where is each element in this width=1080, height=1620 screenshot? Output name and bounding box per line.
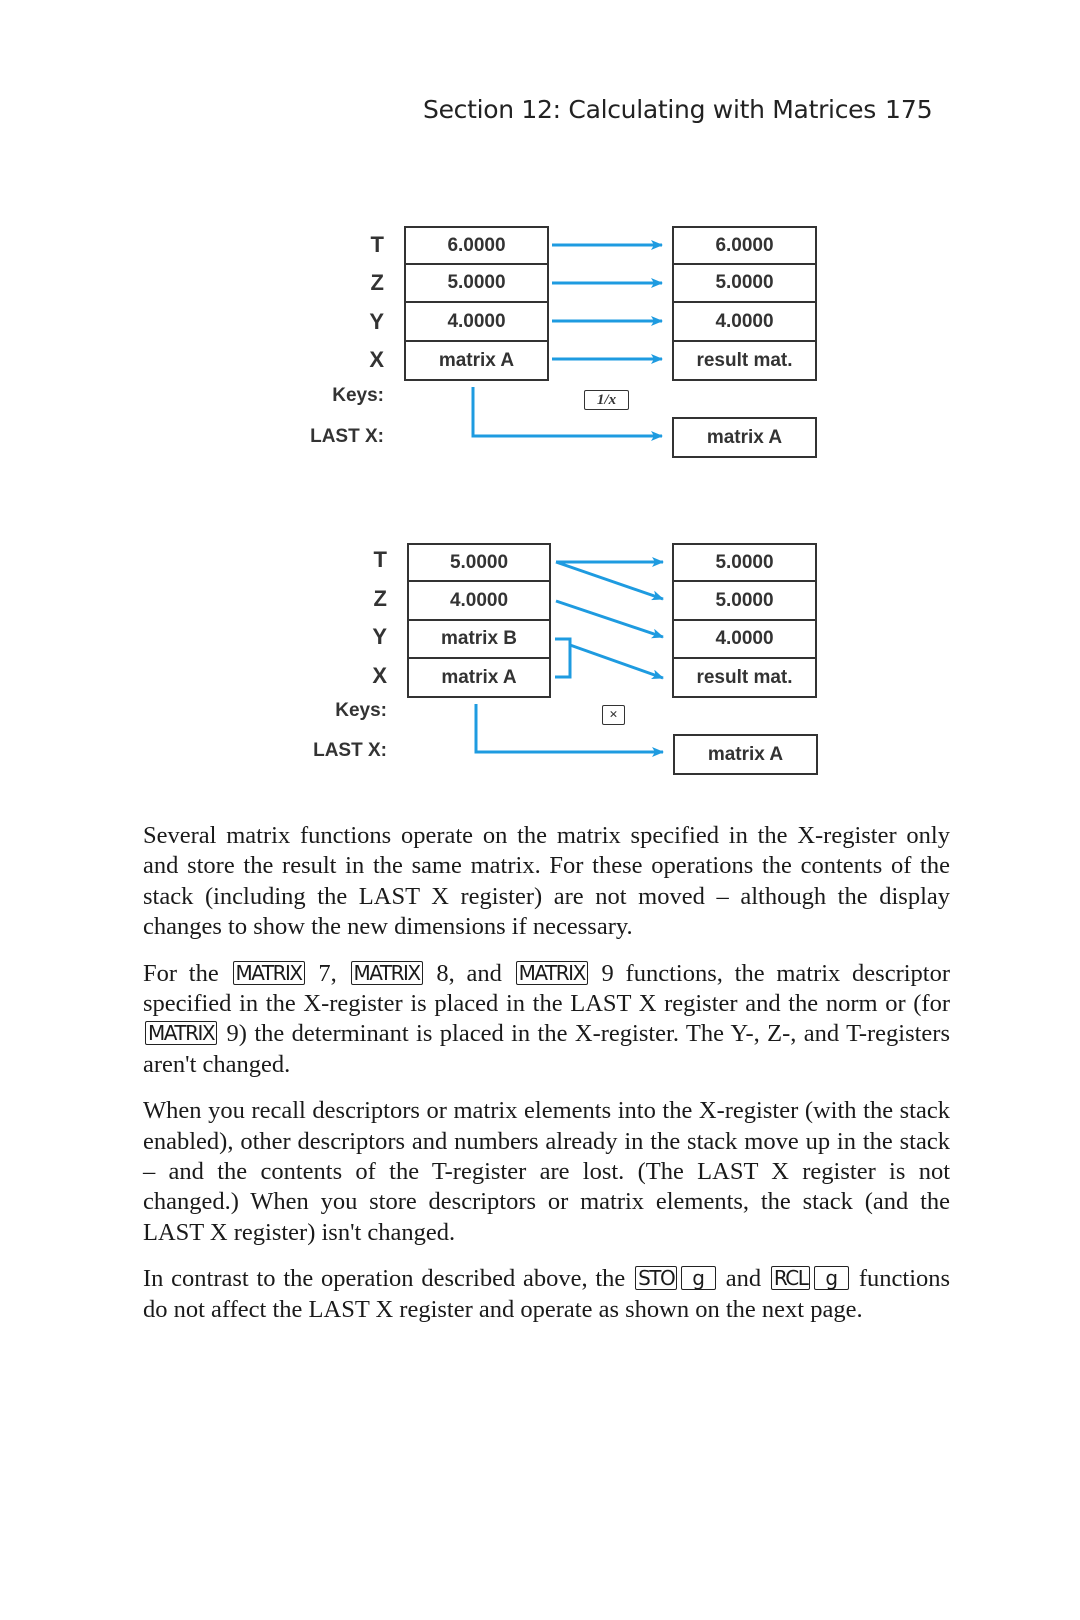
paragraph-in-place-functions: Several matrix functions operate on the … — [143, 822, 950, 941]
matrix-key: MATRIX — [145, 1021, 218, 1046]
paragraph-matrix-functions: For the MATRIX 7, MATRIX 8, and MATRIX 9… — [143, 959, 950, 1081]
text-run: 9) the determinant is placed in the X-re… — [143, 1020, 950, 1078]
after-register-y: 4.0000 — [672, 620, 817, 659]
before-register-y: matrix B — [407, 620, 551, 659]
after-register-z: 5.0000 — [672, 581, 817, 621]
before-register-z: 4.0000 — [407, 581, 551, 621]
text-run: 7, — [318, 959, 337, 987]
rcl-key: RCL — [770, 1266, 811, 1291]
register-label-t: T — [373, 547, 387, 572]
paragraph-sto-rcl: In contrast to the operation described a… — [143, 1264, 950, 1325]
text-run: In contrast to the operation described a… — [143, 1265, 626, 1293]
arrow-last-x — [474, 704, 664, 757]
register-label-x: X — [372, 663, 387, 688]
body-text: Several matrix functions operate on the … — [143, 821, 950, 1341]
sto-key: STO — [635, 1266, 678, 1291]
g-key: g — [681, 1266, 716, 1291]
register-label-y: Y — [372, 624, 387, 649]
last-x-register: matrix A — [673, 734, 818, 775]
matrix-key: MATRIX — [232, 960, 305, 985]
before-register-x: matrix A — [407, 658, 551, 698]
matrix-key: MATRIX — [350, 960, 423, 985]
arrow-t-to-z — [555, 560, 664, 601]
text-run: 8, and — [436, 959, 502, 987]
text-run: and — [725, 1265, 762, 1293]
before-register-t: 5.0000 — [407, 543, 551, 582]
paragraph-recall-store: When you recall descriptors or matrix el… — [143, 1097, 950, 1246]
g-key: g — [814, 1266, 850, 1291]
text-run: For the — [143, 959, 219, 987]
bracket-xy — [555, 637, 572, 679]
arrow-xy-to-x — [569, 643, 664, 680]
stack-diagram-multiply: T Z Y X 5.0000 4.0000 matrix B matrix A … — [0, 0, 1080, 775]
register-label-z: Z — [373, 586, 387, 611]
multiply-key: × — [602, 705, 625, 725]
matrix-key: MATRIX — [515, 960, 588, 985]
arrow-z-to-y — [555, 599, 664, 639]
after-register-x: result mat. — [672, 658, 817, 698]
last-x-label: LAST X: — [313, 740, 387, 761]
after-register-t: 5.0000 — [672, 543, 817, 582]
keys-label: Keys: — [335, 700, 387, 721]
